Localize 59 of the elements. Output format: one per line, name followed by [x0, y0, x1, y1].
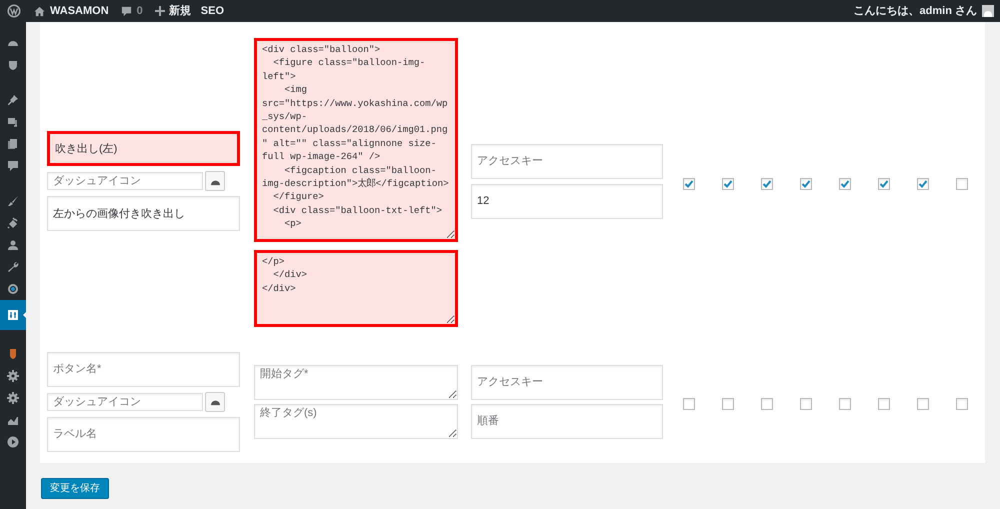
checkbox[interactable] [800, 178, 812, 190]
checkbox[interactable] [878, 178, 890, 190]
checkbox[interactable] [722, 398, 734, 410]
checkbox[interactable] [838, 178, 850, 190]
save-button[interactable]: 変更を保存 [41, 478, 109, 499]
checkbox[interactable] [800, 398, 812, 410]
dashicon-field[interactable]: ダッシュアイコン [47, 172, 203, 190]
circle-icon [7, 283, 19, 295]
dashicon-picker-button[interactable] [205, 392, 225, 412]
button-name-field[interactable]: ボタン名* [47, 352, 240, 386]
chart-icon [7, 414, 19, 426]
site-name-link[interactable]: WASAMON [50, 2, 109, 20]
media-icon [7, 116, 19, 128]
new-link[interactable]: 新規 [168, 2, 191, 20]
pin-icon [7, 94, 19, 106]
checkbox[interactable] [760, 398, 772, 410]
brush-icon [7, 195, 19, 207]
greeting-link[interactable]: こんにちは、admin さん [854, 2, 977, 20]
dashicon-field[interactable]: ダッシュアイコン [47, 392, 203, 410]
wordpress-logo-icon[interactable] [7, 4, 21, 18]
seo-link[interactable]: SEO [200, 2, 224, 20]
label-field[interactable]: ラベル名 [47, 416, 240, 452]
user-icon [7, 239, 19, 251]
play-icon [7, 436, 19, 448]
access-key-field[interactable]: アクセスキー [471, 364, 663, 400]
shield-icon [7, 59, 19, 71]
checkbox[interactable] [760, 178, 772, 190]
start-tag-textarea[interactable]: 開始タグ* [254, 364, 458, 400]
pages-icon [7, 138, 19, 150]
gear-icon [7, 370, 19, 382]
end-tag-textarea[interactable]: </p> </div> </div> [254, 250, 458, 327]
end-tag-textarea[interactable]: 終了タグ(s) [254, 404, 458, 438]
plug-icon [7, 217, 19, 229]
shield-icon [7, 348, 19, 360]
order-field[interactable]: 順番 [471, 404, 663, 438]
button-name-field[interactable]: 吹き出し(左) [47, 131, 240, 166]
checkbox[interactable] [722, 178, 734, 190]
checkbox[interactable] [838, 398, 850, 410]
access-key-field[interactable]: アクセスキー [471, 144, 663, 178]
home-icon[interactable] [34, 6, 45, 16]
checkbox[interactable] [916, 178, 928, 190]
comment-icon [7, 160, 19, 172]
checkbox[interactable] [682, 178, 694, 190]
sidebar-item[interactable] [0, 300, 26, 330]
wrench-icon [7, 261, 19, 273]
grid-icon [7, 309, 19, 321]
checkbox[interactable] [878, 398, 890, 410]
order-field[interactable]: 12 [471, 184, 663, 218]
checkbox[interactable] [916, 398, 928, 410]
label-field[interactable]: 左からの画像付き吹き出し [47, 196, 240, 231]
checkbox[interactable] [956, 398, 968, 410]
dashicon-picker-button[interactable] [205, 171, 225, 191]
plus-icon[interactable] [154, 6, 165, 16]
start-tag-textarea[interactable]: <div class="balloon"> <figure class="balloon-img-left"> <img src="https://www.yokashina.com/wp_sys/wp-content/uploads/2018/06/img01.png" alt="" class="alignnone size-full wp-image-264" /> <figcaption class="balloon-img-description">太郎</figcaption> </figure> <div class="balloon-txt-left"> <p> [254, 38, 458, 242]
comment-icon[interactable] [120, 6, 132, 16]
gear-icon [7, 392, 19, 404]
checkbox[interactable] [682, 398, 694, 410]
checkbox[interactable] [956, 178, 968, 190]
comment-count[interactable]: 0 [136, 2, 143, 20]
